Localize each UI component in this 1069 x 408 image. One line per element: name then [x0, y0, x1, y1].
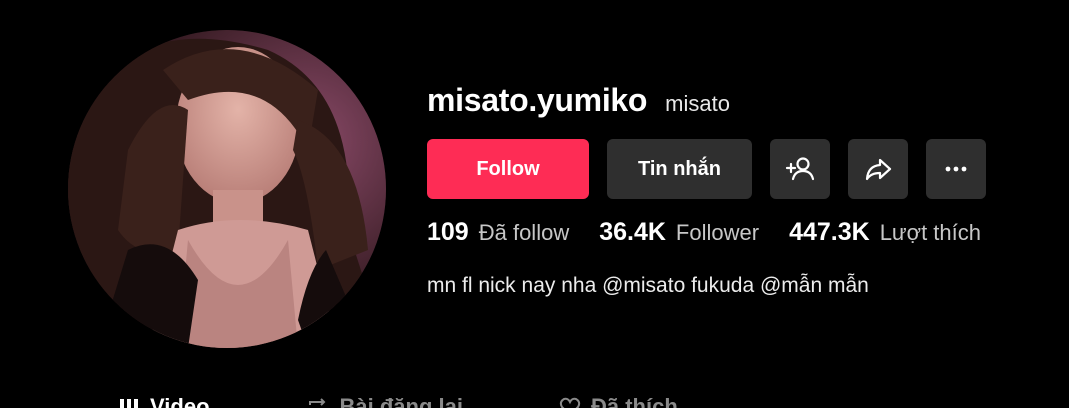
more-icon	[945, 166, 967, 172]
avatar[interactable]	[68, 30, 386, 348]
username: misato.yumiko	[427, 82, 648, 118]
stat-likes: 447.3K Lượt thích	[789, 218, 981, 247]
avatar-image	[68, 30, 386, 348]
stat-label: Lượt thích	[879, 220, 981, 245]
add-friend-button[interactable]	[770, 139, 830, 199]
follow-button[interactable]: Follow	[427, 139, 589, 199]
bio: mn fl nick nay nha @misato fukuda @mẫn m…	[427, 274, 869, 297]
message-button[interactable]: Tin nhắn	[607, 139, 752, 199]
profile-info: misato.yumiko misato Follow Tin nhắn 109…	[427, 78, 986, 297]
profile-page: misato.yumiko misato Follow Tin nhắn 109…	[0, 0, 1069, 408]
name-row: misato.yumiko misato	[427, 78, 730, 122]
add-user-icon	[785, 157, 815, 181]
repost-icon	[308, 398, 325, 406]
stat-value: 109	[427, 218, 469, 246]
content-tabs: Video Bài đăng lại Đã thích	[118, 394, 678, 408]
more-button[interactable]	[926, 139, 986, 199]
share-button[interactable]	[848, 139, 908, 199]
tab-videos[interactable]: Video	[118, 394, 210, 408]
heart-icon	[559, 397, 581, 408]
stat-value: 447.3K	[789, 218, 870, 246]
profile-stats: 109 Đã follow 36.4K Follower 447.3K Lượt…	[427, 218, 1011, 247]
tab-reposts[interactable]: Bài đăng lại	[306, 394, 463, 408]
tab-label: Video	[150, 394, 210, 408]
tab-liked[interactable]: Đã thích	[559, 394, 678, 408]
nickname: misato	[665, 91, 730, 116]
stat-value: 36.4K	[599, 218, 666, 246]
stat-label: Follower	[675, 220, 760, 245]
grid-icon	[120, 399, 138, 408]
tab-label: Đã thích	[591, 394, 678, 408]
stat-following[interactable]: 109 Đã follow	[427, 218, 569, 247]
stat-label: Đã follow	[478, 220, 570, 245]
stat-followers[interactable]: 36.4K Follower	[599, 218, 759, 247]
action-buttons: Follow Tin nhắn	[427, 139, 986, 199]
tab-label: Bài đăng lại	[339, 394, 463, 408]
share-icon	[865, 158, 892, 181]
